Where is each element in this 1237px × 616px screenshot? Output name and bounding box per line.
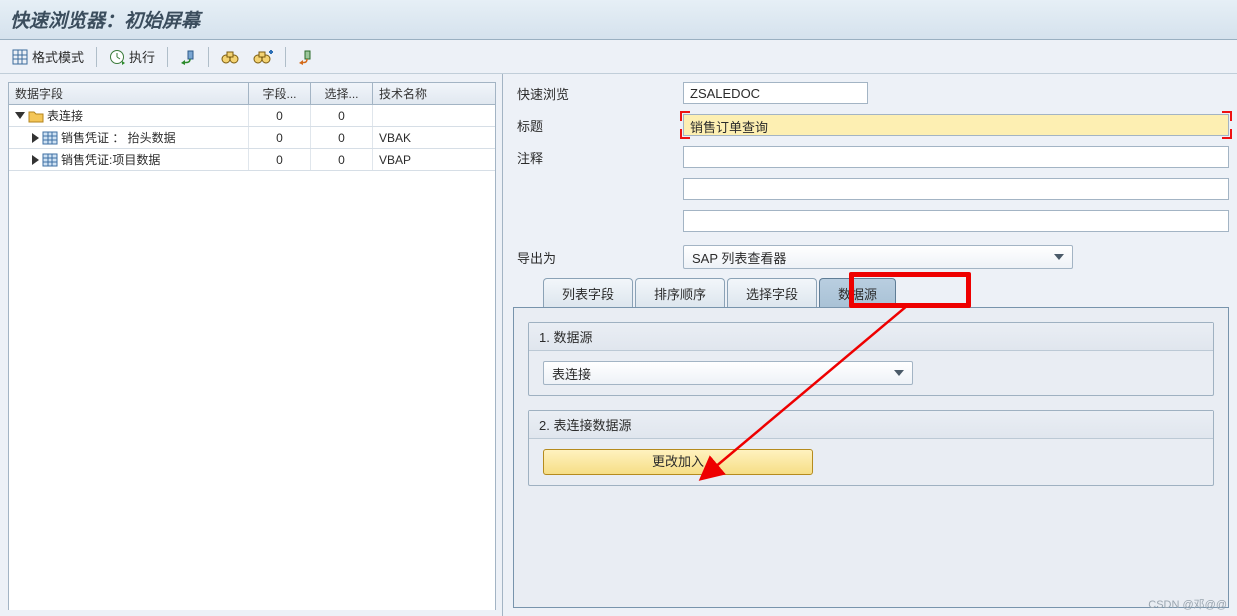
tabstrip: 列表字段 排序顺序 选择字段 数据源 — [513, 278, 1229, 308]
format-mode-label: 格式模式 — [32, 47, 84, 66]
tree-row[interactable]: 表连接 0 0 — [9, 105, 495, 127]
left-panel: 数据字段 字段... 选择... 技术名称 表连接 0 0 — [0, 74, 503, 616]
data-source-dropdown[interactable]: 表连接 — [543, 361, 913, 385]
cell: 0 — [249, 127, 311, 148]
tree-header: 数据字段 字段... 选择... 技术名称 — [9, 83, 495, 105]
expand-toggle-icon[interactable] — [32, 155, 39, 165]
expand-toggle-icon[interactable] — [32, 133, 39, 143]
chevron-down-icon — [1054, 254, 1064, 260]
watermark-text: CSDN @邓@@ — [1148, 596, 1227, 612]
export-dropdown[interactable]: SAP 列表查看器 — [683, 245, 1073, 269]
group-data-source: 1. 数据源 表连接 — [528, 322, 1214, 396]
folder-icon — [28, 109, 44, 123]
tab-list-fields[interactable]: 列表字段 — [543, 278, 633, 307]
quickview-label: 快速浏览 — [513, 84, 683, 103]
back-icon — [180, 49, 196, 65]
toolbar-separator — [96, 47, 97, 67]
app-toolbar: 格式模式 执行 — [0, 40, 1237, 74]
cell: VBAP — [373, 149, 495, 170]
field-tree-table[interactable]: 数据字段 字段... 选择... 技术名称 表连接 0 0 — [8, 82, 496, 610]
back-button[interactable] — [174, 44, 202, 70]
notes-input-3[interactable] — [683, 210, 1229, 232]
refresh-icon — [298, 49, 314, 65]
export-dropdown-value: SAP 列表查看器 — [692, 248, 786, 267]
quickview-value: ZSALEDOC — [683, 82, 868, 104]
grid-icon — [12, 49, 28, 65]
refresh-button[interactable] — [292, 44, 320, 70]
highlight-bracket-icon — [1222, 129, 1232, 139]
cell: 0 — [249, 105, 311, 126]
table-icon — [42, 131, 58, 145]
find-button[interactable] — [215, 44, 245, 70]
cell: 0 — [311, 149, 373, 170]
tab-sort-order[interactable]: 排序顺序 — [635, 278, 725, 307]
execute-button[interactable]: 执行 — [103, 44, 161, 70]
tab-select-fields[interactable]: 选择字段 — [727, 278, 817, 307]
execute-label: 执行 — [129, 47, 155, 66]
chevron-down-icon — [894, 370, 904, 376]
highlight-bracket-icon — [680, 129, 690, 139]
window-title: 快速浏览器：初始屏幕 — [10, 6, 200, 33]
cell: 0 — [311, 127, 373, 148]
expand-toggle-icon[interactable] — [15, 112, 25, 119]
col-field: 字段... — [249, 83, 311, 104]
tree-row[interactable]: 销售凭证 ： 抬头数据 0 0 VBAK — [9, 127, 495, 149]
cell: 0 — [311, 105, 373, 126]
tree-row[interactable]: 销售凭证:项目数据 0 0 VBAP — [9, 149, 495, 171]
highlight-bracket-icon — [680, 111, 690, 121]
binoculars-icon — [221, 49, 239, 65]
group-title: 2. 表连接数据源 — [529, 411, 1213, 439]
toolbar-separator — [285, 47, 286, 67]
binoculars-plus-icon — [253, 49, 273, 65]
cell: 0 — [249, 149, 311, 170]
notes-input-2[interactable] — [683, 178, 1229, 200]
tree-label: 销售凭证:项目数据 — [61, 151, 160, 168]
table-icon — [42, 153, 58, 167]
cell: VBAK — [373, 127, 495, 148]
col-select: 选择... — [311, 83, 373, 104]
col-data-field: 数据字段 — [9, 83, 249, 104]
tree-label: 销售凭证 ： 抬头数据 — [61, 129, 176, 146]
col-techname: 技术名称 — [373, 83, 495, 104]
toolbar-separator — [208, 47, 209, 67]
right-panel: 快速浏览 ZSALEDOC 标题 销售订单查询 注释 导出为 — [503, 74, 1237, 616]
notes-input-1[interactable] — [683, 146, 1229, 168]
group-title: 1. 数据源 — [529, 323, 1213, 351]
change-join-button[interactable]: 更改加入 — [543, 449, 813, 475]
clock-execute-icon — [109, 49, 125, 65]
cell — [373, 105, 495, 126]
group-table-join: 2. 表连接数据源 更改加入 — [528, 410, 1214, 486]
format-mode-button[interactable]: 格式模式 — [6, 44, 90, 70]
highlight-bracket-icon — [1222, 111, 1232, 121]
tab-content: 1. 数据源 表连接 2. 表连接数据源 更改加入 — [513, 308, 1229, 608]
tab-data-source[interactable]: 数据源 — [819, 278, 896, 307]
notes-label: 注释 — [513, 148, 683, 167]
find-next-button[interactable] — [247, 44, 279, 70]
export-label: 导出为 — [513, 248, 683, 267]
toolbar-separator — [167, 47, 168, 67]
tree-label: 表连接 — [47, 107, 83, 124]
title-field-input[interactable]: 销售订单查询 — [683, 114, 1229, 136]
title-field-label: 标题 — [513, 116, 683, 135]
window-titlebar: 快速浏览器：初始屏幕 — [0, 0, 1237, 40]
data-source-value: 表连接 — [552, 364, 591, 383]
